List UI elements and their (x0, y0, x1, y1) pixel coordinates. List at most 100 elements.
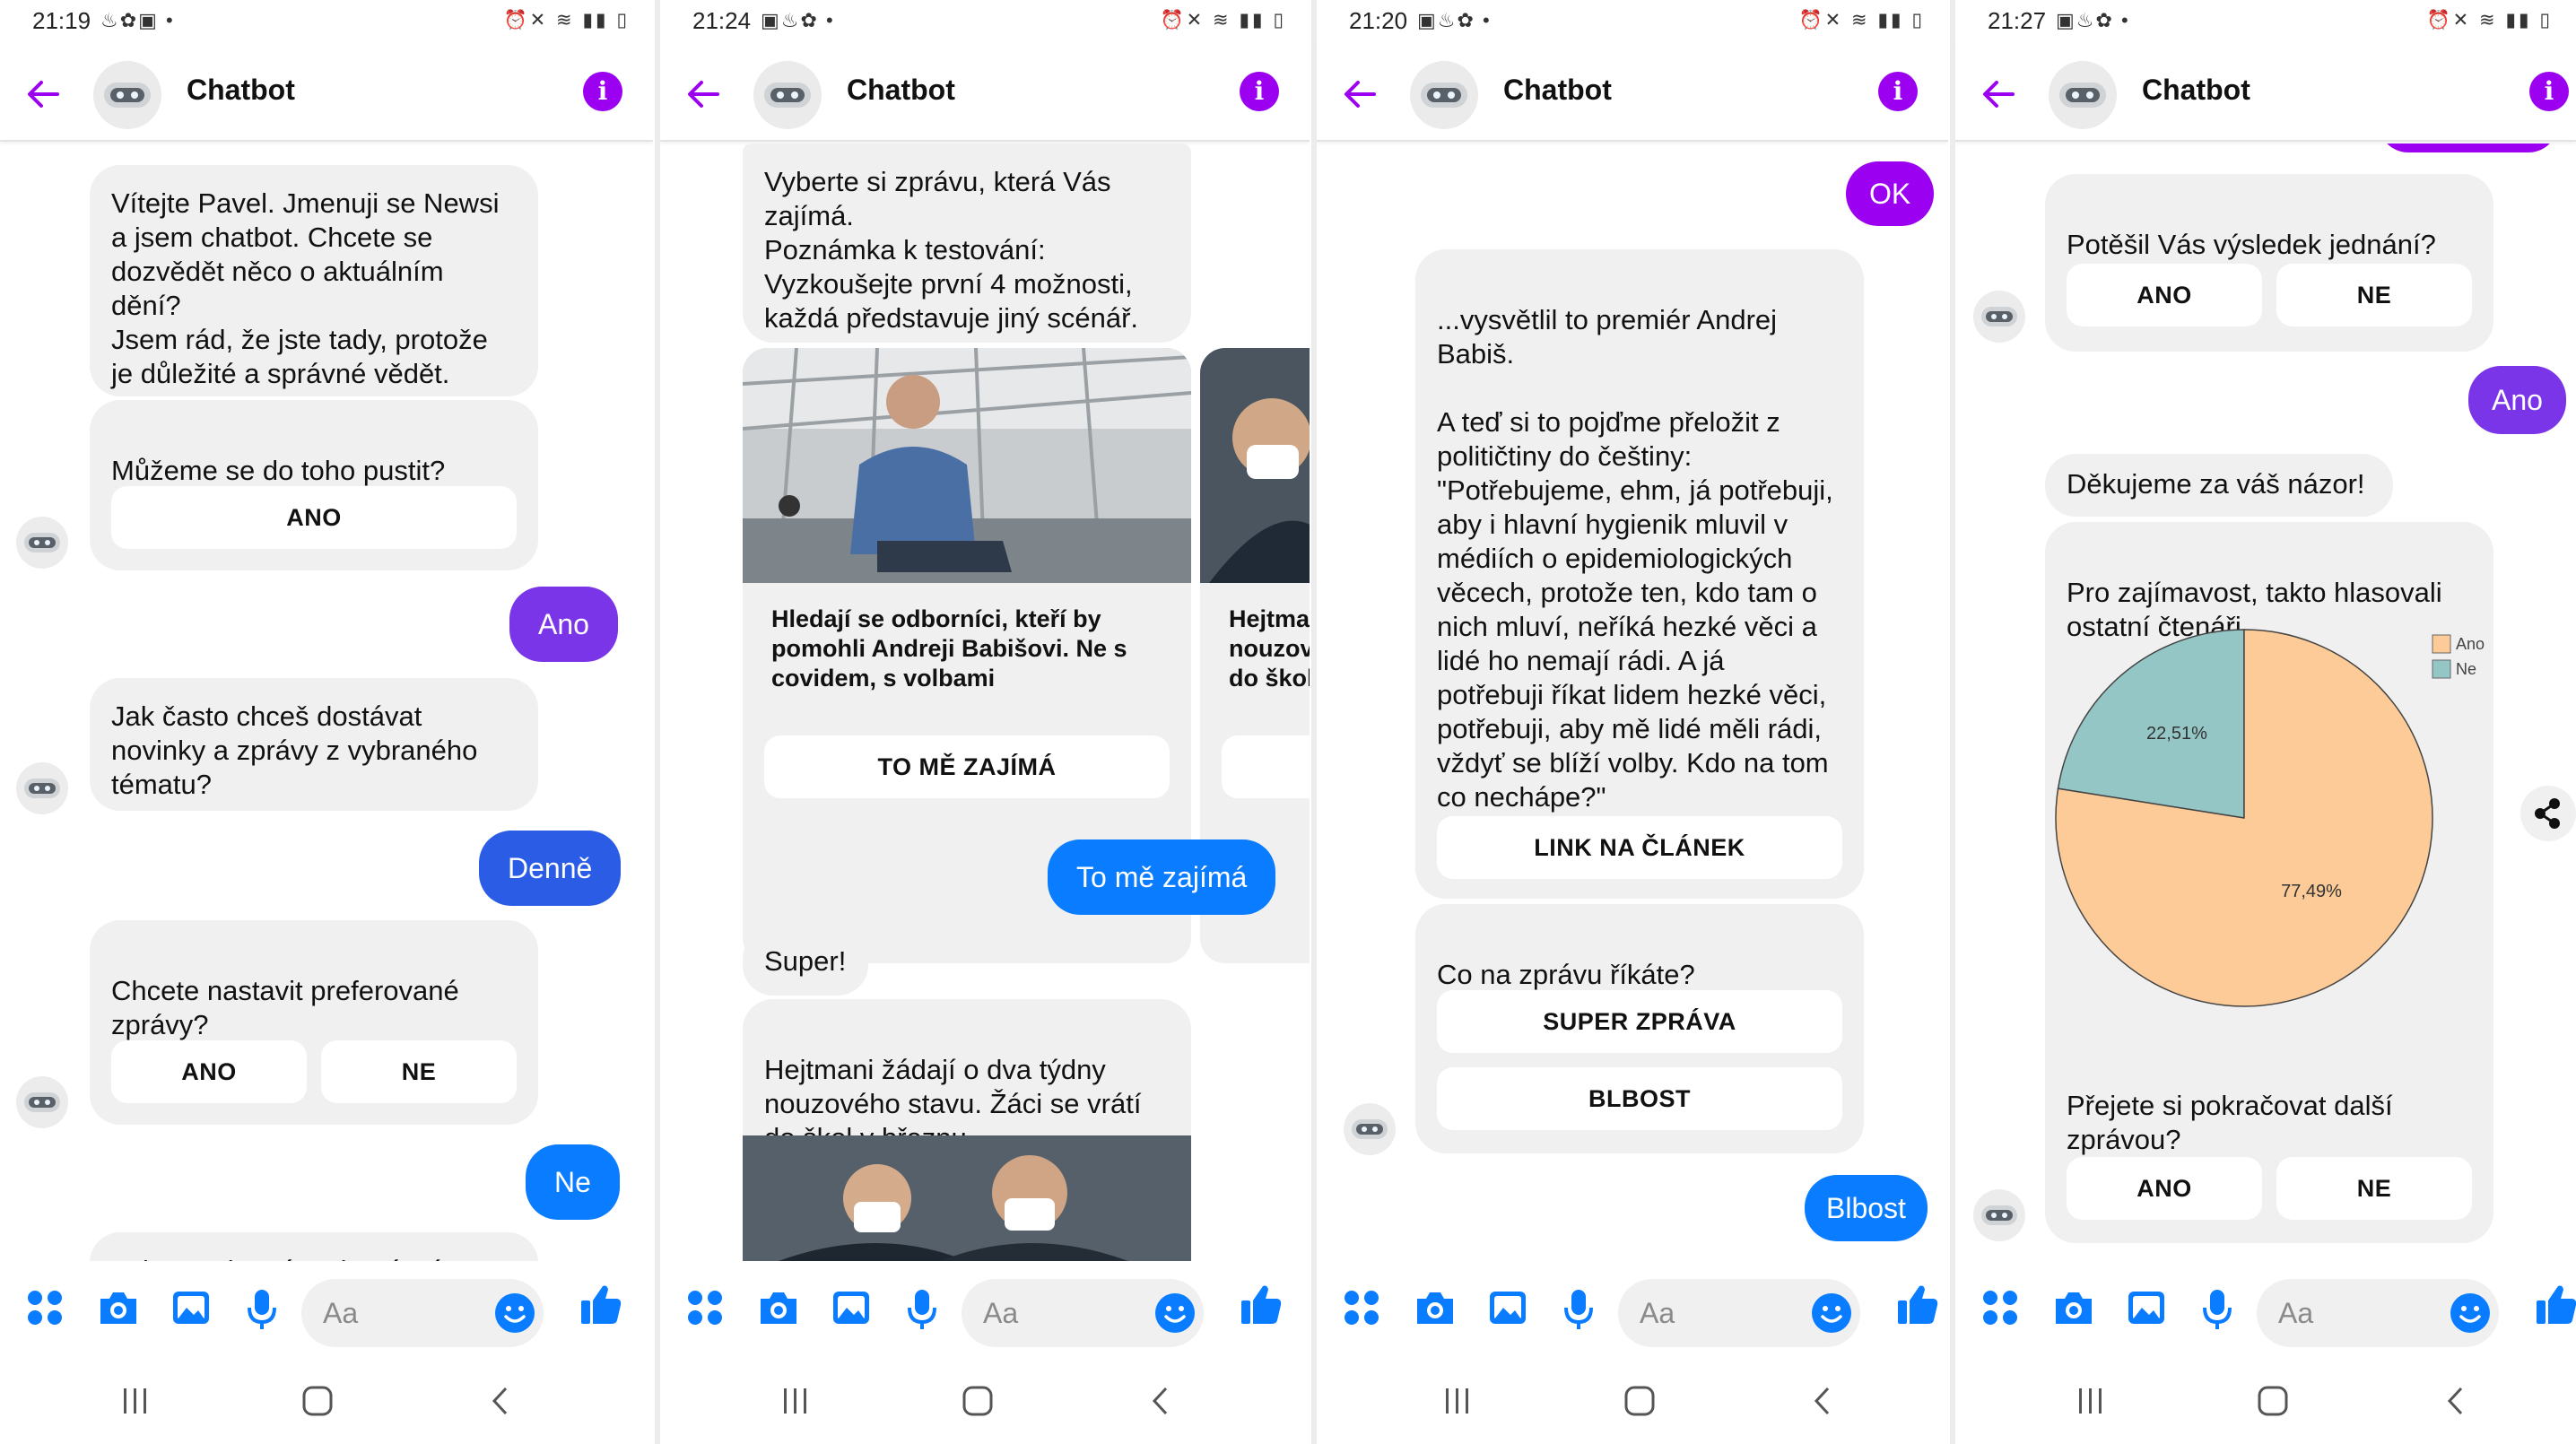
bot-icon (1344, 1103, 1396, 1155)
arrow-left-icon[interactable] (22, 72, 66, 117)
thumbs-up-icon[interactable] (2535, 1283, 2576, 1327)
image-icon[interactable] (170, 1288, 212, 1327)
menu-nav-icon[interactable] (780, 1385, 811, 1417)
bot-article-message: ...vysvětlil to premiér Andrej Babiš. A … (1415, 249, 1864, 899)
phone-screen-1: 21:19 ♨✿▣ • ⏰✕ ≋ ▮▮ ▯ Chatbot i Vítejte … (0, 0, 653, 1444)
android-nav-bar (0, 1360, 653, 1444)
bot-icon[interactable] (2049, 61, 2117, 129)
system-status-icons: ⏰✕ ≋ ▮▮ ▯ (503, 10, 630, 30)
status-bar: 21:27 ▣♨✿ • ⏰✕ ≋ ▮▮ ▯ (1955, 0, 2576, 45)
article-title: Hledají se odborníci, kteří by pomohli A… (771, 605, 1127, 692)
home-nav-icon[interactable] (2257, 1385, 2289, 1417)
bot-message-partial: Vyberte si zprávu, která Vás (90, 1232, 538, 1261)
home-nav-icon[interactable] (301, 1385, 334, 1417)
ano-button[interactable]: ANO (111, 1040, 307, 1103)
info-icon[interactable]: i (1240, 72, 1279, 111)
info-icon[interactable]: i (2529, 72, 2569, 111)
camera-icon[interactable] (2052, 1288, 2095, 1327)
notification-icons: ♨✿▣ • (100, 9, 175, 31)
bot-question-card: Chcete nastavit preferované zprávy? ANO … (90, 920, 538, 1125)
to-me-zajima-button[interactable] (1222, 735, 1310, 798)
camera-icon[interactable] (1414, 1288, 1457, 1327)
apps-icon[interactable] (25, 1288, 65, 1327)
back-nav-icon[interactable] (2443, 1385, 2468, 1417)
message-input[interactable]: Aa (1618, 1279, 1860, 1347)
article-photo (743, 348, 1191, 583)
back-nav-icon[interactable] (1810, 1385, 1835, 1417)
ne-button[interactable]: NE (2276, 1157, 2472, 1220)
article-text: ...vysvětlil to premiér Andrej Babiš. A … (1437, 304, 1833, 813)
article-title: Hejtmani žádají o dva týdny nouzového st… (1229, 605, 1310, 692)
image-icon[interactable] (1487, 1288, 1528, 1327)
share-icon[interactable] (2520, 786, 2576, 841)
menu-nav-icon[interactable] (120, 1385, 151, 1417)
super-zprava-button[interactable]: SUPER ZPRÁVA (1437, 990, 1842, 1053)
info-icon[interactable]: i (1878, 72, 1918, 111)
message-input[interactable]: Aa (301, 1279, 544, 1347)
pie-label-ne: 22,51% (2146, 724, 2207, 744)
user-message: Ne (526, 1144, 620, 1220)
message-list[interactable]: Vyberte si zprávu, která Vás zajímá. Poz… (660, 144, 1310, 1261)
back-nav-icon[interactable] (1148, 1385, 1173, 1417)
emoji-icon[interactable] (495, 1293, 535, 1333)
legend-label-ano: Ano (2456, 635, 2485, 653)
pie-label-ano: 77,49% (2281, 882, 2342, 901)
composer-bar: Aa (660, 1261, 1310, 1360)
blbost-button[interactable]: BLBOST (1437, 1067, 1842, 1130)
ano-button[interactable]: ANO (2067, 1157, 2262, 1220)
bot-article-card: Hejtmani žádají o dva týdny nouzového st… (743, 999, 1191, 1261)
ne-button[interactable]: NE (321, 1040, 517, 1103)
composer-bar: Aa (1317, 1261, 1948, 1360)
ano-button[interactable]: ANO (2067, 264, 2262, 326)
menu-nav-icon[interactable] (1442, 1385, 1473, 1417)
thumbs-up-icon[interactable] (579, 1283, 622, 1327)
camera-icon[interactable] (757, 1288, 800, 1327)
image-icon[interactable] (2126, 1288, 2167, 1327)
to-me-zajima-button[interactable]: TO MĚ ZAJÍMÁ (764, 735, 1170, 798)
microphone-icon[interactable] (2201, 1288, 2233, 1331)
emoji-icon[interactable] (1812, 1293, 1851, 1333)
bot-message-welcome: Vítejte Pavel. Jmenuji se Newsi a jsem c… (90, 165, 538, 396)
emoji-icon[interactable] (1155, 1293, 1195, 1333)
bot-icon[interactable] (93, 61, 161, 129)
thumbs-up-icon[interactable] (1240, 1283, 1283, 1327)
user-message: OK (1846, 161, 1935, 226)
bot-icon[interactable] (1410, 61, 1478, 129)
arrow-left-icon[interactable] (682, 72, 727, 117)
ne-button[interactable]: NE (2276, 264, 2472, 326)
microphone-icon[interactable] (1562, 1288, 1595, 1331)
user-message: Blbost (1805, 1175, 1928, 1241)
image-icon[interactable] (831, 1288, 872, 1327)
ano-button[interactable]: ANO (111, 486, 517, 549)
camera-icon[interactable] (97, 1288, 140, 1327)
message-list[interactable]: Potěšil Vás výsledek jednání? ANO NE Ano… (1955, 144, 2576, 1261)
status-bar: 21:19 ♨✿▣ • ⏰✕ ≋ ▮▮ ▯ (0, 0, 653, 45)
home-nav-icon[interactable] (1623, 1385, 1656, 1417)
emoji-icon[interactable] (2450, 1293, 2490, 1333)
back-nav-icon[interactable] (488, 1385, 513, 1417)
notification-icons: ▣♨✿ • (2056, 9, 2130, 31)
legend-swatch-ano (2432, 634, 2451, 654)
arrow-left-icon[interactable] (1977, 72, 2022, 117)
message-list[interactable]: OK ...vysvětlil to premiér Andrej Babiš.… (1317, 144, 1948, 1261)
system-status-icons: ⏰✕ ≋ ▮▮ ▯ (1798, 10, 1925, 30)
android-nav-bar (1317, 1360, 1948, 1444)
message-input[interactable]: Aa (2257, 1279, 2499, 1347)
microphone-icon[interactable] (906, 1288, 938, 1331)
info-icon[interactable]: i (583, 72, 622, 111)
arrow-left-icon[interactable] (1338, 72, 1383, 117)
link-na-clanek-button[interactable]: LINK NA ČLÁNEK (1437, 816, 1842, 879)
message-list[interactable]: Vítejte Pavel. Jmenuji se Newsi a jsem c… (0, 144, 653, 1261)
article-photo (743, 1135, 1191, 1261)
composer-bar: Aa (0, 1261, 653, 1360)
thumbs-up-icon[interactable] (1896, 1283, 1939, 1327)
apps-icon[interactable] (685, 1288, 725, 1327)
menu-nav-icon[interactable] (2076, 1385, 2106, 1417)
apps-icon[interactable] (1342, 1288, 1381, 1327)
microphone-icon[interactable] (246, 1288, 278, 1331)
apps-icon[interactable] (1980, 1288, 2020, 1327)
bot-icon[interactable] (753, 61, 822, 129)
message-input[interactable]: Aa (962, 1279, 1204, 1347)
home-nav-icon[interactable] (962, 1385, 994, 1417)
legend-swatch-ne (2432, 659, 2451, 679)
